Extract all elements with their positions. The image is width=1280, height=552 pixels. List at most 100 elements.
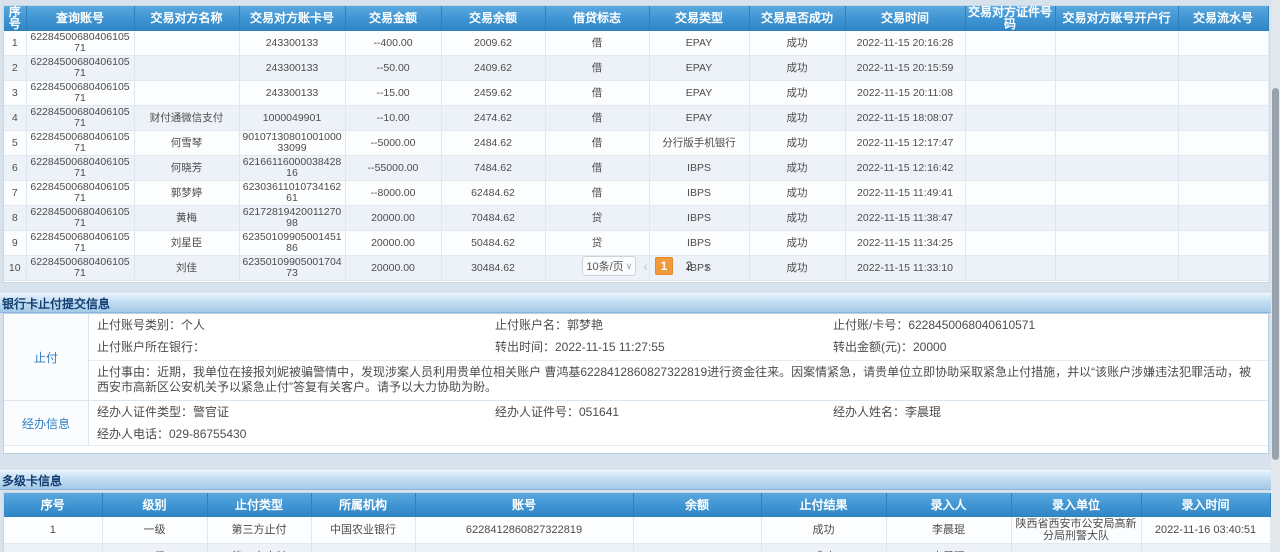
table-cell: 2022-11-16 03:40:51 <box>1141 517 1270 544</box>
table-cell: --50.00 <box>345 56 441 81</box>
table-cell <box>1178 31 1268 56</box>
table-cell: 借 <box>545 131 649 156</box>
header-row: 序号查询账号交易对方名称交易对方账卡号交易金额交易余额借贷标志交易类型交易是否成… <box>4 6 1268 31</box>
table-cell: 成功 <box>749 131 845 156</box>
table-cell: 借 <box>545 56 649 81</box>
field: 经办人电话：029-86755430 <box>97 427 495 441</box>
table-cell: IBPS <box>649 156 749 181</box>
page-size-label: 10条/页 <box>586 258 623 274</box>
column-header: 交易是否成功 <box>749 6 845 31</box>
column-header: 录入单位 <box>1011 493 1141 517</box>
info-group: 经办信息经办人证件类型：警官证经办人证件号：051641经办人姓名：李晨琨经办人… <box>4 400 1268 445</box>
table-cell: 6230361101073416261 <box>239 181 345 206</box>
table-cell: 6 <box>4 156 26 181</box>
table-cell: 6235010990500170473 <box>415 544 633 552</box>
table-cell <box>1055 31 1178 56</box>
table-cell: 1000049901 <box>239 106 345 131</box>
table-cell: 2022-11-15 12:17:47 <box>845 131 965 156</box>
table-cell: 6228450068040610571 <box>26 56 134 81</box>
table-cell: 一级 <box>102 517 207 544</box>
table-cell: --55000.00 <box>345 156 441 181</box>
table-cell: 4 <box>4 106 26 131</box>
table-cell: 陕西省西安市公安局高新分局刑警大队 <box>1011 517 1141 544</box>
multi-card-panel: 序号级别止付类型所属机构账号余额止付结果录入人录入单位录入时间1一级第三方止付中… <box>3 492 1269 552</box>
table-cell: 6228450068040610571 <box>26 31 134 56</box>
table-cell: 成功 <box>749 106 845 131</box>
table-cell <box>311 544 415 552</box>
column-header: 交易对方账号开户行 <box>1055 6 1178 31</box>
next-page-button[interactable]: › <box>705 257 710 275</box>
table-cell: 二级 <box>102 544 207 552</box>
column-header: 交易金额 <box>345 6 441 31</box>
table-cell: IBPS <box>649 181 749 206</box>
table-cell <box>965 31 1055 56</box>
table-cell: 2022-11-15 20:11:08 <box>845 81 965 106</box>
table-cell <box>1178 131 1268 156</box>
table-cell: --8000.00 <box>345 181 441 206</box>
column-header: 交易流水号 <box>1178 6 1268 31</box>
table-cell: 2474.62 <box>441 106 545 131</box>
table-cell <box>1055 156 1178 181</box>
table-cell <box>965 81 1055 106</box>
field: 止付账户名：郭梦艳 <box>495 318 833 332</box>
table-cell <box>1055 206 1178 231</box>
stop-payment-reason: 止付事由：近期，我单位在接报刘妮被骗警情中，发现涉案人员利用贵单位相关账户 曹鸿… <box>89 360 1268 400</box>
table-cell: 2484.62 <box>441 131 545 156</box>
table-cell: EPAY <box>649 106 749 131</box>
column-header: 交易对方名称 <box>134 6 239 31</box>
vertical-scrollbar[interactable] <box>1271 0 1280 552</box>
stop-payment-box: 止付止付账号类别：个人止付账户名：郭梦艳止付账/卡号：6228450068040… <box>3 313 1269 454</box>
table-cell: 2022-11-15 18:08:07 <box>845 106 965 131</box>
table-cell: 6216611600003842816 <box>239 156 345 181</box>
table-cell <box>1178 206 1268 231</box>
page-number-1[interactable]: 1 <box>655 257 673 275</box>
scrollbar-thumb[interactable] <box>1272 88 1279 460</box>
table-cell: 第三方止付 <box>207 544 311 552</box>
section-title-text: 多级卡信息 <box>2 474 62 488</box>
table-cell: 借 <box>545 106 649 131</box>
page-number-2[interactable]: 2 <box>680 257 698 275</box>
table-cell: 1 <box>4 517 102 544</box>
column-header: 止付类型 <box>207 493 311 517</box>
field-row: 经办人证件类型：警官证经办人证件号：051641经办人姓名：李晨琨 <box>89 401 1268 423</box>
table-cell: 李晨琨 <box>886 517 1011 544</box>
column-header: 账号 <box>415 493 633 517</box>
table-cell: 借 <box>545 31 649 56</box>
table-cell <box>1178 106 1268 131</box>
page-size-select[interactable]: 10条/页 ∨ <box>582 256 636 276</box>
table-cell <box>633 544 761 552</box>
table-cell <box>1011 544 1141 552</box>
table-cell: 6228450068040610571 <box>26 81 134 106</box>
table-cell: 2009.62 <box>441 31 545 56</box>
table-cell: 李晨琨 <box>886 544 1011 552</box>
table-row: 66228450068040610571何晓芳62166116000038428… <box>4 156 1268 181</box>
table-cell <box>1055 181 1178 206</box>
table-cell: 成功 <box>749 156 845 181</box>
table-cell: EPAY <box>649 56 749 81</box>
chevron-down-icon: ∨ <box>626 261 633 272</box>
prev-page-button[interactable]: ‹ <box>643 257 648 275</box>
table-cell: EPAY <box>649 31 749 56</box>
field: 经办人证件类型：警官证 <box>97 405 495 419</box>
table-row: 86228450068040610571黄梅621728194200112709… <box>4 206 1268 231</box>
table-cell: --15.00 <box>345 81 441 106</box>
table-cell: 财付通微信支付 <box>134 106 239 131</box>
table-row: 26228450068040610571243300133--50.002409… <box>4 56 1268 81</box>
table-cell <box>1055 56 1178 81</box>
multi-card-table: 序号级别止付类型所属机构账号余额止付结果录入人录入单位录入时间1一级第三方止付中… <box>4 493 1271 552</box>
column-header: 所属机构 <box>311 493 415 517</box>
table-cell: 借 <box>545 181 649 206</box>
field-row: 止付账户所在银行：转出时间：2022-11-15 11:27:55转出金额(元)… <box>89 336 1268 358</box>
table-cell: 2 <box>4 544 102 552</box>
table-row: 36228450068040610571243300133--15.002459… <box>4 81 1268 106</box>
transactions-table: 序号查询账号交易对方名称交易对方账卡号交易金额交易余额借贷标志交易类型交易是否成… <box>4 6 1269 281</box>
table-cell: 2022-11-15 11:38:47 <box>845 206 965 231</box>
table-cell: 成功 <box>749 181 845 206</box>
table-cell: 2459.62 <box>441 81 545 106</box>
section-title-text: 银行卡止付提交信息 <box>2 297 110 311</box>
table-cell: 成功 <box>749 81 845 106</box>
table-cell: 9010713080100100033099 <box>239 131 345 156</box>
table-cell: 6228412860827322819 <box>415 517 633 544</box>
column-header: 录入人 <box>886 493 1011 517</box>
table-cell <box>1178 81 1268 106</box>
